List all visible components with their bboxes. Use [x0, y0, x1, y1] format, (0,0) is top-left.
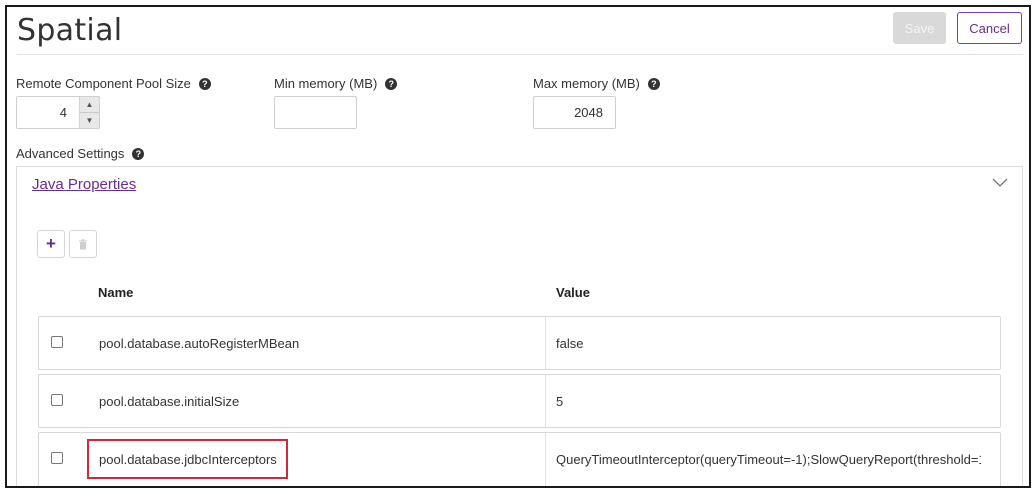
help-circle-icon[interactable]: ?	[132, 147, 145, 160]
help-circle-icon[interactable]: ?	[198, 77, 211, 90]
row-checkbox[interactable]	[51, 394, 63, 406]
min-memory-input[interactable]	[274, 96, 357, 129]
chevron-down-icon[interactable]	[991, 175, 1009, 189]
pool-size-label: Remote Component Pool Size ?	[16, 76, 211, 91]
pool-size-value[interactable]: 4	[17, 97, 79, 128]
advanced-settings-label: Advanced Settings ?	[16, 146, 145, 161]
min-memory-label-text: Min memory (MB)	[274, 76, 378, 91]
property-value[interactable]: QueryTimeoutInterceptor(queryTimeout=-1)…	[556, 452, 981, 467]
java-properties-link[interactable]: Java Properties	[32, 176, 136, 193]
column-divider	[545, 375, 546, 427]
app-window: Spatial Save Cancel Remote Component Poo…	[5, 5, 1031, 488]
pool-size-label-text: Remote Component Pool Size	[16, 76, 191, 91]
property-name[interactable]: pool.database.initialSize	[99, 394, 239, 409]
stepper-arrows: ▲ ▼	[79, 97, 99, 128]
caret-down-icon[interactable]: ▼	[80, 113, 99, 128]
save-button[interactable]: Save	[893, 12, 946, 44]
column-header-value[interactable]: Value	[556, 285, 590, 300]
advanced-settings-text: Advanced Settings	[16, 146, 125, 161]
max-memory-label: Max memory (MB) ?	[533, 76, 660, 91]
column-divider	[545, 433, 546, 486]
add-property-button[interactable]: +	[37, 230, 65, 258]
table-row[interactable]: pool.database.autoRegisterMBean false	[38, 316, 1001, 370]
help-circle-icon[interactable]: ?	[647, 77, 660, 90]
pool-size-stepper[interactable]: 4 ▲ ▼	[16, 96, 100, 129]
help-circle-icon[interactable]: ?	[385, 77, 398, 90]
highlight-box	[87, 439, 288, 479]
property-name[interactable]: pool.database.autoRegisterMBean	[99, 336, 299, 351]
trash-icon	[79, 238, 87, 249]
caret-up-icon[interactable]: ▲	[80, 97, 99, 113]
max-memory-label-text: Max memory (MB)	[533, 76, 640, 91]
max-memory-input[interactable]: 2048	[533, 96, 616, 129]
header-divider	[17, 54, 1023, 55]
delete-property-button[interactable]	[69, 230, 97, 258]
cancel-button[interactable]: Cancel	[957, 12, 1022, 44]
row-checkbox[interactable]	[51, 452, 63, 464]
plus-icon: +	[46, 234, 56, 253]
table-row[interactable]: pool.database.initialSize 5	[38, 374, 1001, 428]
column-header-name[interactable]: Name	[98, 285, 133, 300]
column-divider	[545, 317, 546, 369]
property-value[interactable]: false	[556, 336, 981, 351]
page-title: Spatial	[17, 13, 123, 48]
property-value[interactable]: 5	[556, 394, 981, 409]
row-checkbox[interactable]	[51, 336, 63, 348]
min-memory-label: Min memory (MB) ?	[274, 76, 398, 91]
